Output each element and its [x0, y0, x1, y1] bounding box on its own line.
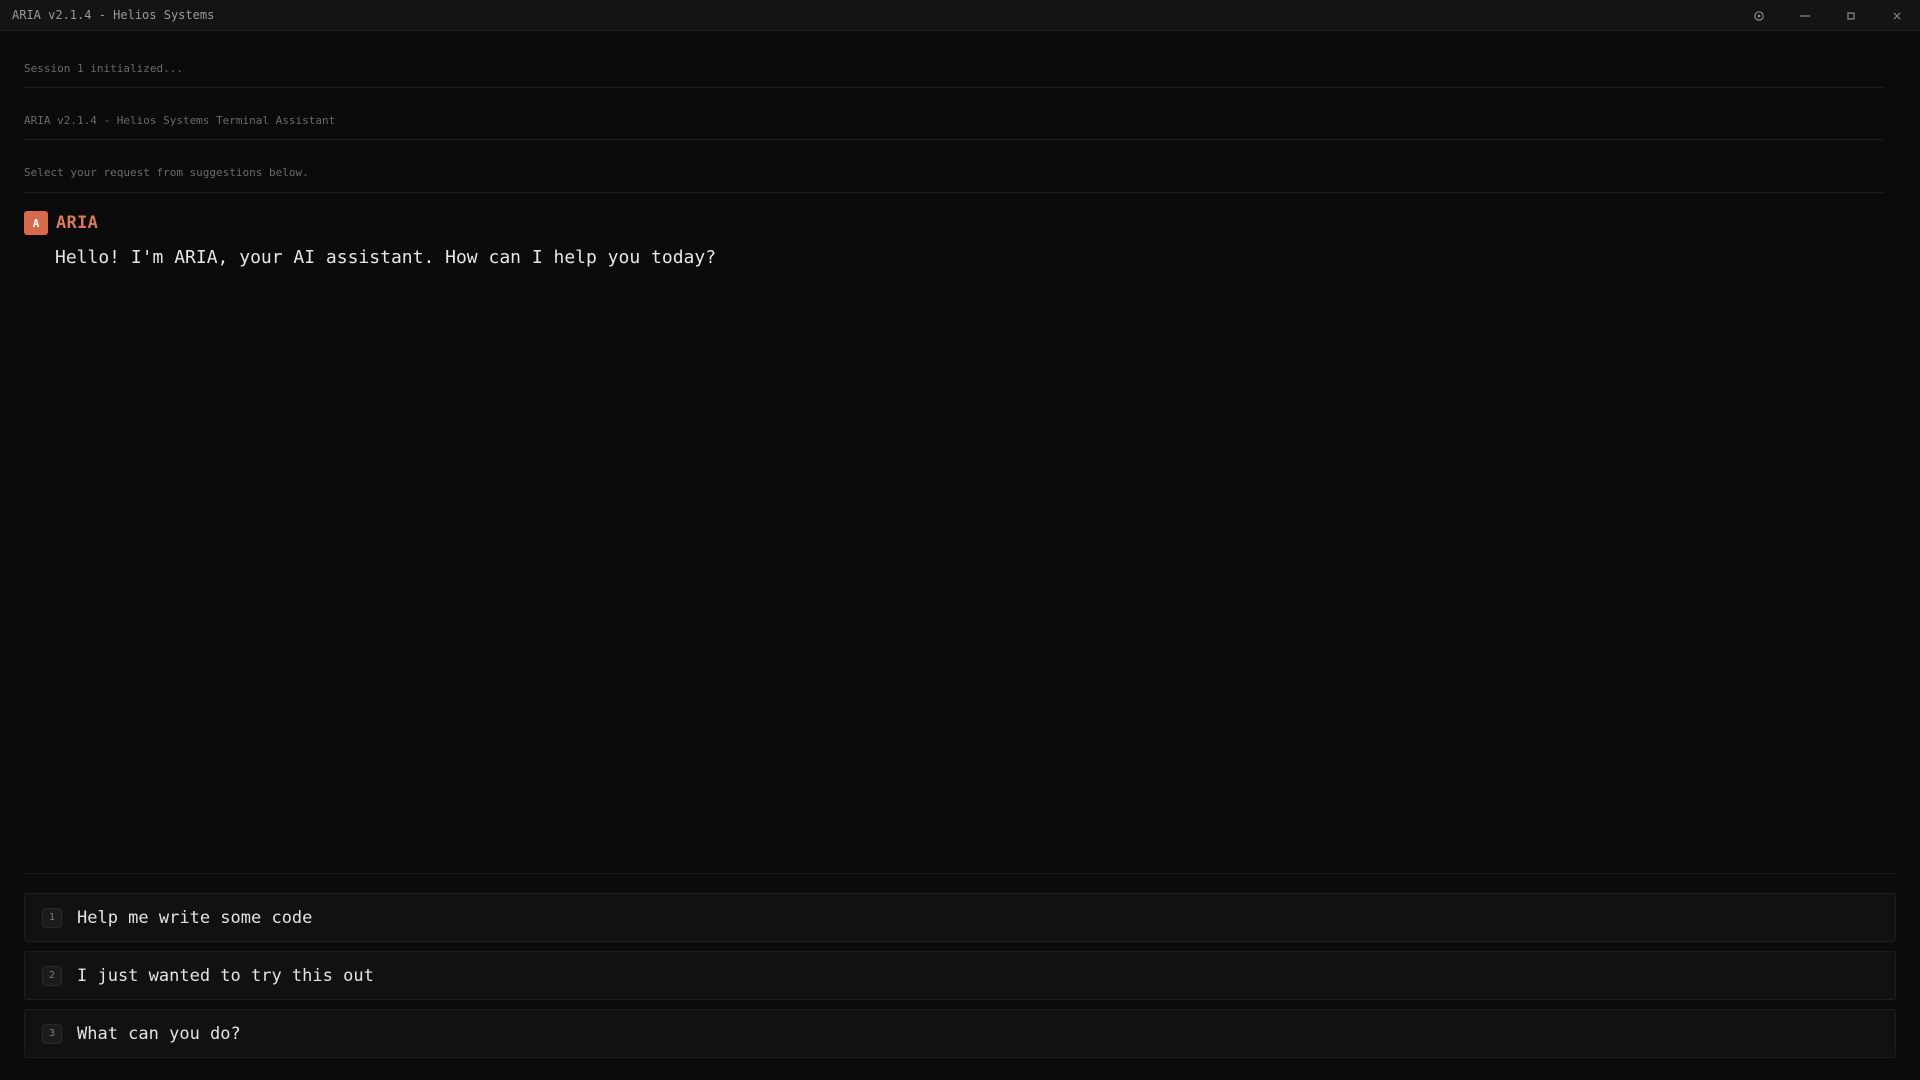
system-line-session: Session 1 initialized... [24, 62, 183, 75]
avatar: A [24, 211, 48, 235]
suggestion-number: 3 [42, 1023, 62, 1044]
suggestions-divider [24, 873, 1896, 874]
divider [24, 192, 1884, 193]
window-controls [1736, 0, 1920, 31]
suggestion-label: What can you do? [77, 1023, 241, 1044]
suggestion-number: 2 [42, 965, 62, 986]
divider [24, 87, 1884, 88]
suggestion-number: 1 [42, 907, 62, 928]
suggestion-label: Help me write some code [77, 907, 313, 928]
app-window: ARIA v2.1.4 - Helios Systems Session 1 i… [0, 0, 1920, 1080]
message-header: A ARIA [24, 211, 98, 235]
close-button[interactable] [1874, 0, 1920, 31]
assistant-message: Hello! I'm ARIA, your AI assistant. How … [55, 247, 717, 268]
minimize-icon [1799, 10, 1811, 22]
settings-button[interactable] [1736, 0, 1782, 31]
suggestion-label: I just wanted to try this out [77, 965, 374, 986]
divider [24, 139, 1884, 140]
title-bar[interactable]: ARIA v2.1.4 - Helios Systems [0, 0, 1920, 31]
system-line-instruction: Select your request from suggestions bel… [24, 166, 309, 179]
maximize-button[interactable] [1828, 0, 1874, 31]
suggestion-option-3[interactable]: 3 What can you do? [24, 1009, 1896, 1058]
suggestion-option-2[interactable]: 2 I just wanted to try this out [24, 951, 1896, 1000]
system-line-version: ARIA v2.1.4 - Helios Systems Terminal As… [24, 114, 336, 127]
maximize-icon [1845, 10, 1857, 22]
minimize-button[interactable] [1782, 0, 1828, 31]
window-title: ARIA v2.1.4 - Helios Systems [12, 8, 215, 22]
suggestion-option-1[interactable]: 1 Help me write some code [24, 893, 1896, 942]
gear-icon [1753, 10, 1765, 22]
close-icon [1891, 10, 1903, 22]
sender-name: ARIA [56, 213, 99, 233]
